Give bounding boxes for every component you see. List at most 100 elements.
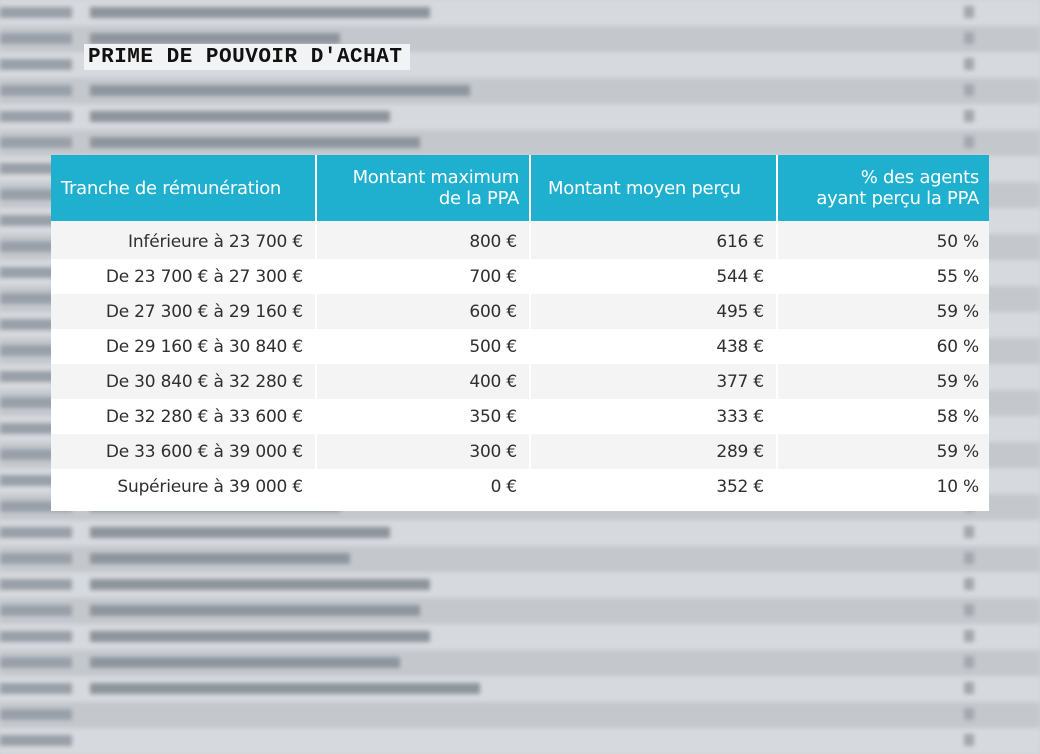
background-text-block [90, 7, 430, 18]
table-row: De 23 700 € à 27 300 € 700 € 544 € 55 % [51, 259, 989, 294]
background-text-block [90, 527, 390, 538]
header-montant-moyen-line-1: Montant moyen perçu [548, 177, 741, 199]
background-row [0, 78, 1040, 104]
background-row [0, 650, 1040, 676]
background-row [0, 676, 1040, 702]
cell-montant-maximum: 600 € [317, 294, 531, 329]
header-montant-maximum-line-1: Montant maximum [352, 167, 520, 188]
background-row [0, 520, 1040, 546]
cell-pourcentage: 59 % [778, 434, 989, 469]
cell-tranche: Supérieure à 39 000 € [51, 469, 317, 504]
background-code-block [0, 59, 72, 70]
background-text-block [90, 631, 430, 642]
background-code-block [0, 7, 72, 18]
ppa-table-card: Tranche de rémunération Montant maximum … [51, 155, 989, 511]
background-code-block [0, 631, 72, 642]
cell-pourcentage: 50 % [778, 221, 989, 259]
background-row [0, 728, 1040, 754]
background-arrow-icon [964, 604, 974, 616]
cell-pourcentage: 60 % [778, 329, 989, 364]
background-arrow-icon [964, 32, 974, 44]
background-row [0, 572, 1040, 598]
background-text-block [90, 605, 420, 616]
header-montant-maximum-line-2: de la PPA [438, 188, 519, 209]
cell-pourcentage: 55 % [778, 259, 989, 294]
background-text-block [90, 33, 340, 44]
table-row: De 32 280 € à 33 600 € 350 € 333 € 58 % [51, 399, 989, 434]
background-row [0, 598, 1040, 624]
background-code-block [0, 683, 72, 694]
background-text-block [90, 683, 480, 694]
background-code-block [0, 527, 72, 538]
cell-tranche: De 23 700 € à 27 300 € [51, 259, 317, 294]
cell-montant-moyen: 352 € [531, 469, 778, 504]
cell-montant-moyen: 438 € [531, 329, 778, 364]
background-arrow-icon [964, 656, 974, 668]
background-code-block [0, 33, 72, 44]
cell-montant-moyen: 377 € [531, 364, 778, 399]
cell-montant-moyen: 616 € [531, 221, 778, 259]
background-text-block [90, 553, 350, 564]
background-arrow-icon [964, 682, 974, 694]
background-row [0, 130, 1040, 156]
background-code-block [0, 657, 72, 668]
background-arrow-icon [964, 110, 974, 122]
cell-montant-moyen: 544 € [531, 259, 778, 294]
background-code-block [0, 85, 72, 96]
header-pourcentage-agents: % des agents ayant perçu la PPA [778, 155, 989, 221]
background-arrow-icon [964, 734, 974, 746]
background-text-block [90, 85, 470, 96]
background-arrow-icon [964, 58, 974, 70]
background-row [0, 104, 1040, 130]
background-code-block [0, 605, 72, 616]
cell-montant-maximum: 0 € [317, 469, 531, 504]
header-tranche: Tranche de rémunération [51, 155, 317, 221]
background-text-block [90, 657, 400, 668]
cell-tranche: De 30 840 € à 32 280 € [51, 364, 317, 399]
cell-tranche: De 27 300 € à 29 160 € [51, 294, 317, 329]
header-tranche-line-1: Tranche de rémunération [61, 177, 282, 199]
cell-tranche: De 33 600 € à 39 000 € [51, 434, 317, 469]
cell-montant-moyen: 495 € [531, 294, 778, 329]
cell-montant-maximum: 800 € [317, 221, 531, 259]
page-title: PRIME DE POUVOIR D'ACHAT [84, 44, 411, 70]
background-code-block [0, 579, 72, 590]
cell-montant-maximum: 400 € [317, 364, 531, 399]
table-header-row: Tranche de rémunération Montant maximum … [51, 155, 989, 221]
table-row: Inférieure à 23 700 € 800 € 616 € 50 % [51, 221, 989, 259]
cell-montant-maximum: 500 € [317, 329, 531, 364]
cell-tranche: De 29 160 € à 30 840 € [51, 329, 317, 364]
background-arrow-icon [964, 84, 974, 96]
background-text-block [90, 111, 390, 122]
background-row [0, 0, 1040, 26]
background-row [0, 546, 1040, 572]
background-arrow-icon [964, 136, 974, 148]
background-text-block [90, 579, 430, 590]
header-pourcentage-agents-line-1: % des agents [860, 167, 980, 188]
background-row [0, 702, 1040, 728]
cell-tranche: Inférieure à 23 700 € [51, 221, 317, 259]
background-arrow-icon [964, 708, 974, 720]
table-row: Supérieure à 39 000 € 0 € 352 € 10 % [51, 469, 989, 504]
header-pourcentage-agents-line-2: ayant perçu la PPA [816, 188, 979, 209]
background-arrow-icon [964, 630, 974, 642]
cell-pourcentage: 59 % [778, 294, 989, 329]
cell-montant-moyen: 289 € [531, 434, 778, 469]
cell-montant-maximum: 300 € [317, 434, 531, 469]
header-montant-moyen: Montant moyen perçu [531, 155, 778, 221]
background-text-block [90, 137, 420, 148]
background-code-block [0, 553, 72, 564]
cell-pourcentage: 10 % [778, 469, 989, 504]
table-row: De 27 300 € à 29 160 € 600 € 495 € 59 % [51, 294, 989, 329]
background-arrow-icon [964, 578, 974, 590]
table-row: De 29 160 € à 30 840 € 500 € 438 € 60 % [51, 329, 989, 364]
cell-montant-maximum: 700 € [317, 259, 531, 294]
table-row: De 30 840 € à 32 280 € 400 € 377 € 59 % [51, 364, 989, 399]
cell-pourcentage: 58 % [778, 399, 989, 434]
cell-tranche: De 32 280 € à 33 600 € [51, 399, 317, 434]
background-arrow-icon [964, 6, 974, 18]
background-arrow-icon [964, 526, 974, 538]
background-code-block [0, 137, 72, 148]
background-row [0, 624, 1040, 650]
background-code-block [0, 111, 72, 122]
